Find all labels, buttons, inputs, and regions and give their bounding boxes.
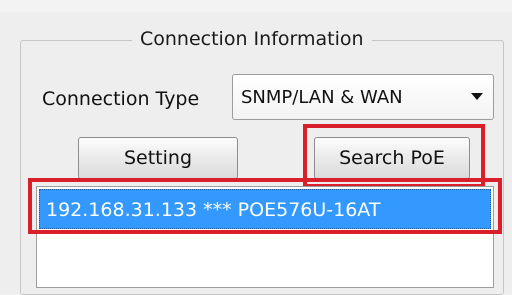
device-row-highlight-box bbox=[28, 178, 502, 234]
chevron-down-icon[interactable] bbox=[471, 93, 483, 100]
top-strip bbox=[0, 0, 512, 12]
connection-type-label: Connection Type bbox=[42, 88, 200, 110]
groupbox-title: Connection Information bbox=[132, 26, 372, 52]
connection-type-value: SNMP/LAN & WAN bbox=[241, 87, 403, 108]
connection-window: Connection Information Connection Type S… bbox=[0, 0, 512, 295]
connection-type-dropdown[interactable]: SNMP/LAN & WAN bbox=[232, 74, 494, 120]
setting-button[interactable]: Setting bbox=[78, 137, 238, 179]
